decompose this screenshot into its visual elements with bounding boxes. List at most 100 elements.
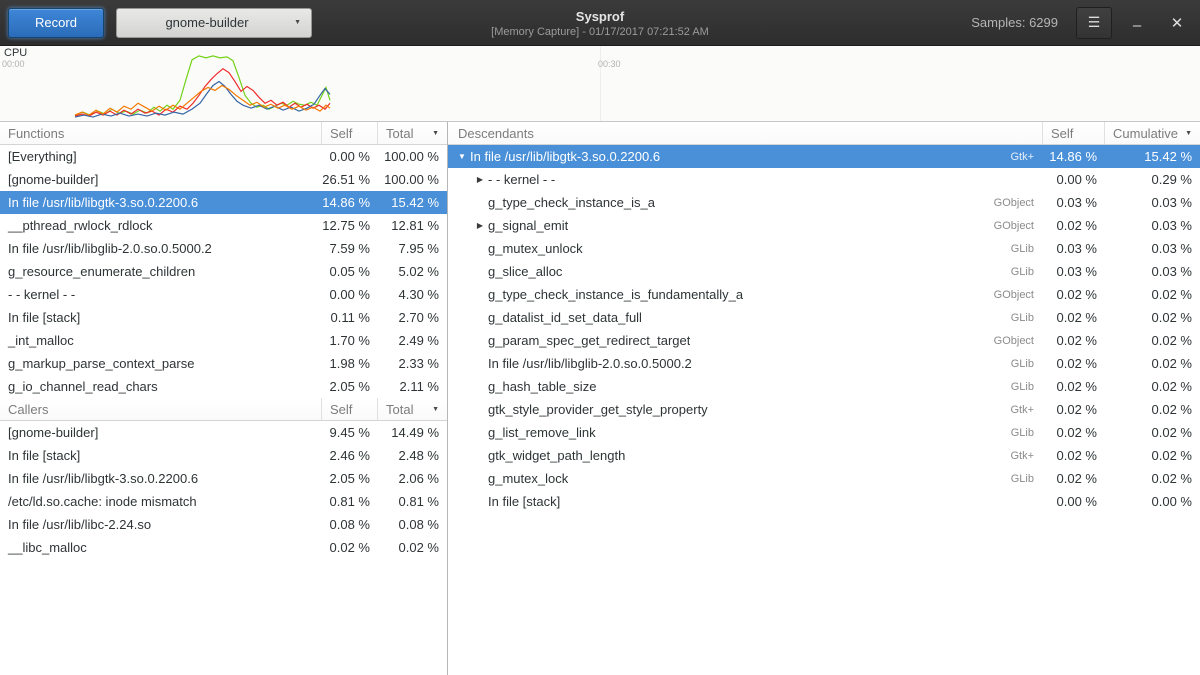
row-name-cell: g_hash_table_sizeGLib <box>448 379 1042 394</box>
category-label: GLib <box>1011 312 1042 324</box>
row-self-percent: 0.02 % <box>1042 448 1104 463</box>
expander-collapsed-icon[interactable]: ▶ <box>472 214 488 237</box>
row-total-percent: 2.33 % <box>377 356 447 371</box>
column-header-total[interactable]: Total ▼ <box>377 122 447 144</box>
column-header-descendants[interactable]: Descendants <box>448 122 1042 144</box>
category-label: GObject <box>994 335 1042 347</box>
table-row[interactable]: [gnome-builder]9.45 %14.49 % <box>0 421 447 444</box>
cpu-graph[interactable]: CPU 00:00 00:30 <box>0 46 1200 122</box>
table-row[interactable]: - - kernel - -0.00 %4.30 % <box>0 283 447 306</box>
table-row[interactable]: In file [stack]2.46 %2.48 % <box>0 444 447 467</box>
tree-row[interactable]: g_list_remove_linkGLib0.02 %0.02 % <box>448 421 1200 444</box>
tree-row[interactable]: g_type_check_instance_is_aGObject0.03 %0… <box>448 191 1200 214</box>
tree-row[interactable]: g_type_check_instance_is_fundamentally_a… <box>448 283 1200 306</box>
table-row[interactable]: g_resource_enumerate_children0.05 %5.02 … <box>0 260 447 283</box>
column-header-self[interactable]: Self <box>321 398 377 420</box>
row-name: /etc/ld.so.cache: inode mismatch <box>0 494 321 509</box>
column-header-total-label: Total <box>386 126 413 141</box>
column-header-self[interactable]: Self <box>321 122 377 144</box>
table-row[interactable]: In file [stack]0.11 %2.70 % <box>0 306 447 329</box>
row-cumulative-percent: 0.02 % <box>1104 471 1200 486</box>
table-row[interactable]: In file /usr/lib/libgtk-3.so.0.2200.614.… <box>0 191 447 214</box>
table-row[interactable]: /etc/ld.so.cache: inode mismatch0.81 %0.… <box>0 490 447 513</box>
table-row[interactable]: In file /usr/lib/libc-2.24.so0.08 %0.08 … <box>0 513 447 536</box>
sort-indicator-icon: ▼ <box>432 130 439 137</box>
row-self-percent: 0.03 % <box>1042 264 1104 279</box>
column-header-cumulative[interactable]: Cumulative ▼ <box>1104 122 1200 144</box>
close-button[interactable]: ✕ <box>1162 7 1192 39</box>
table-row[interactable]: _int_malloc1.70 %2.49 % <box>0 329 447 352</box>
tree-row[interactable]: gtk_style_provider_get_style_propertyGtk… <box>448 398 1200 421</box>
row-name: __pthread_rwlock_rdlock <box>0 218 321 233</box>
column-header-self[interactable]: Self <box>1042 122 1104 144</box>
tree-row[interactable]: ▼In file /usr/lib/libgtk-3.so.0.2200.6Gt… <box>448 145 1200 168</box>
samples-count: Samples: 6299 <box>971 15 1058 30</box>
column-header-callers[interactable]: Callers <box>0 398 321 420</box>
table-row[interactable]: __pthread_rwlock_rdlock12.75 %12.81 % <box>0 214 447 237</box>
tree-row[interactable]: g_mutex_lockGLib0.02 %0.02 % <box>448 467 1200 490</box>
column-header-total-label: Total <box>386 402 413 417</box>
tree-row[interactable]: In file /usr/lib/libglib-2.0.so.0.5000.2… <box>448 352 1200 375</box>
row-self-percent: 0.02 % <box>1042 333 1104 348</box>
row-cumulative-percent: 0.02 % <box>1104 402 1200 417</box>
table-row[interactable]: __libc_malloc0.02 %0.02 % <box>0 536 447 559</box>
column-header-total[interactable]: Total ▼ <box>377 398 447 420</box>
row-name-cell: g_list_remove_linkGLib <box>448 425 1042 440</box>
tree-row[interactable]: g_hash_table_sizeGLib0.02 %0.02 % <box>448 375 1200 398</box>
row-name: g_resource_enumerate_children <box>0 264 321 279</box>
row-name-cell: g_mutex_unlockGLib <box>448 241 1042 256</box>
row-self-percent: 0.03 % <box>1042 195 1104 210</box>
tree-row[interactable]: ▶- - kernel - -0.00 %0.29 % <box>448 168 1200 191</box>
row-self-percent: 2.05 % <box>321 379 377 394</box>
tree-row[interactable]: g_mutex_unlockGLib0.03 %0.03 % <box>448 237 1200 260</box>
row-total-percent: 12.81 % <box>377 218 447 233</box>
table-row[interactable]: [gnome-builder]26.51 %100.00 % <box>0 168 447 191</box>
row-cumulative-percent: 0.02 % <box>1104 379 1200 394</box>
row-cumulative-percent: 0.02 % <box>1104 425 1200 440</box>
time-gridline <box>600 46 601 121</box>
tree-row[interactable]: gtk_widget_path_lengthGtk+0.02 %0.02 % <box>448 444 1200 467</box>
row-cumulative-percent: 0.02 % <box>1104 356 1200 371</box>
time-label-start: 00:00 <box>2 59 25 69</box>
table-row[interactable]: g_io_channel_read_chars2.05 %2.11 % <box>0 375 447 398</box>
row-total-percent: 15.42 % <box>377 195 447 210</box>
row-total-percent: 5.02 % <box>377 264 447 279</box>
functions-table: [Everything]0.00 %100.00 %[gnome-builder… <box>0 145 447 398</box>
sort-indicator-icon: ▼ <box>1185 130 1192 137</box>
row-self-percent: 0.02 % <box>321 540 377 555</box>
record-button[interactable]: Record <box>8 8 104 38</box>
row-name: - - kernel - - <box>0 287 321 302</box>
table-row[interactable]: [Everything]0.00 %100.00 % <box>0 145 447 168</box>
column-header-cumulative-label: Cumulative <box>1113 126 1178 141</box>
menu-button[interactable]: ☰ <box>1076 7 1112 39</box>
minimize-button[interactable]: – <box>1122 7 1152 39</box>
row-self-percent: 0.02 % <box>1042 218 1104 233</box>
row-cumulative-percent: 0.02 % <box>1104 448 1200 463</box>
column-header-functions[interactable]: Functions <box>0 122 321 144</box>
row-self-percent: 0.81 % <box>321 494 377 509</box>
row-name-cell: gtk_widget_path_lengthGtk+ <box>448 448 1042 463</box>
row-name: In file [stack] <box>0 448 321 463</box>
tree-row[interactable]: In file [stack]0.00 %0.00 % <box>448 490 1200 513</box>
category-label: GLib <box>1011 427 1042 439</box>
row-self-percent: 9.45 % <box>321 425 377 440</box>
tree-row[interactable]: ▶g_signal_emitGObject0.02 %0.03 % <box>448 214 1200 237</box>
process-selector-dropdown[interactable]: gnome-builder ▼ <box>116 8 312 38</box>
row-total-percent: 0.81 % <box>377 494 447 509</box>
category-label: GLib <box>1011 266 1042 278</box>
expander-collapsed-icon[interactable]: ▶ <box>472 168 488 191</box>
table-row[interactable]: In file /usr/lib/libgtk-3.so.0.2200.62.0… <box>0 467 447 490</box>
row-name-cell: In file /usr/lib/libglib-2.0.so.0.5000.2… <box>448 356 1042 371</box>
row-self-percent: 0.00 % <box>1042 172 1104 187</box>
table-row[interactable]: In file /usr/lib/libglib-2.0.so.0.5000.2… <box>0 237 447 260</box>
row-cumulative-percent: 0.02 % <box>1104 333 1200 348</box>
tree-row[interactable]: g_datalist_id_set_data_fullGLib0.02 %0.0… <box>448 306 1200 329</box>
hamburger-menu-icon: ☰ <box>1088 14 1101 31</box>
tree-row[interactable]: g_param_spec_get_redirect_targetGObject0… <box>448 329 1200 352</box>
expander-expanded-icon[interactable]: ▼ <box>454 145 470 168</box>
table-row[interactable]: g_markup_parse_context_parse1.98 %2.33 % <box>0 352 447 375</box>
row-self-percent: 0.02 % <box>1042 425 1104 440</box>
tree-row[interactable]: g_slice_allocGLib0.03 %0.03 % <box>448 260 1200 283</box>
row-self-percent: 1.70 % <box>321 333 377 348</box>
category-label: Gtk+ <box>1010 450 1042 462</box>
